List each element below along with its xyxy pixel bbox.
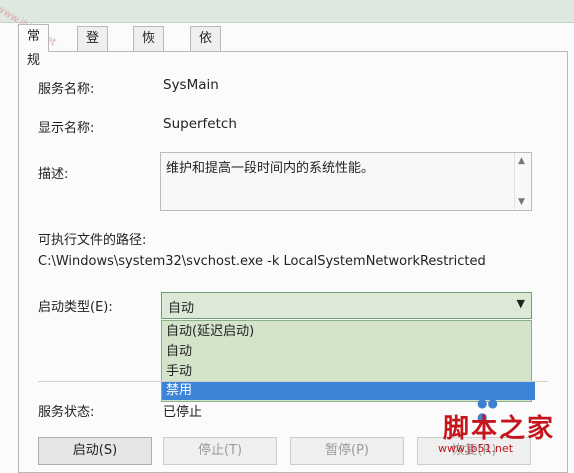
divider: [38, 381, 548, 382]
tab-logon[interactable]: 登录: [77, 26, 109, 70]
service-name-label: 服务名称:: [38, 82, 95, 97]
description-textbox[interactable]: 维护和提高一段时间内的系统性能。 ▲ ▼: [160, 152, 532, 211]
brand-watermark: 脚本之家: [443, 414, 556, 444]
scroll-down-icon[interactable]: ▼: [518, 197, 525, 207]
startup-type-select[interactable]: 自动 ▼: [161, 292, 532, 319]
path-label: 可执行文件的路径:: [38, 233, 147, 248]
chevron-down-icon[interactable]: ▼: [517, 297, 525, 310]
startup-type-dropdown: 自动(延迟启动) 自动 手动 禁用: [161, 320, 535, 402]
window-titlebar: [0, 0, 574, 23]
brand-url: www.jb51.net: [438, 442, 514, 455]
tab-recovery[interactable]: 恢复: [133, 26, 165, 70]
service-status-label: 服务状态:: [38, 405, 95, 420]
startup-option-auto[interactable]: 自动: [162, 342, 535, 361]
tab-general[interactable]: 常规: [18, 24, 50, 68]
description-label: 描述:: [38, 167, 69, 182]
startup-option-auto-delayed[interactable]: 自动(延迟启动): [162, 322, 535, 341]
tab-dependencies[interactable]: 依存关系: [190, 26, 222, 118]
scroll-up-icon[interactable]: ▲: [518, 156, 525, 166]
startup-type-label: 启动类型(E):: [38, 300, 113, 315]
startup-type-current: 自动: [168, 301, 195, 316]
path-value: C:\Windows\system32\svchost.exe -k Local…: [38, 254, 486, 269]
service-status-value: 已停止: [163, 405, 203, 420]
display-name-value: Superfetch: [163, 116, 237, 132]
startup-option-manual[interactable]: 手动: [162, 362, 535, 381]
description-text: 维护和提高一段时间内的系统性能。: [166, 161, 375, 176]
display-name-label: 显示名称:: [38, 121, 95, 136]
service-name-value: SysMain: [163, 77, 219, 93]
description-scrollbar[interactable]: ▲ ▼: [514, 153, 531, 210]
